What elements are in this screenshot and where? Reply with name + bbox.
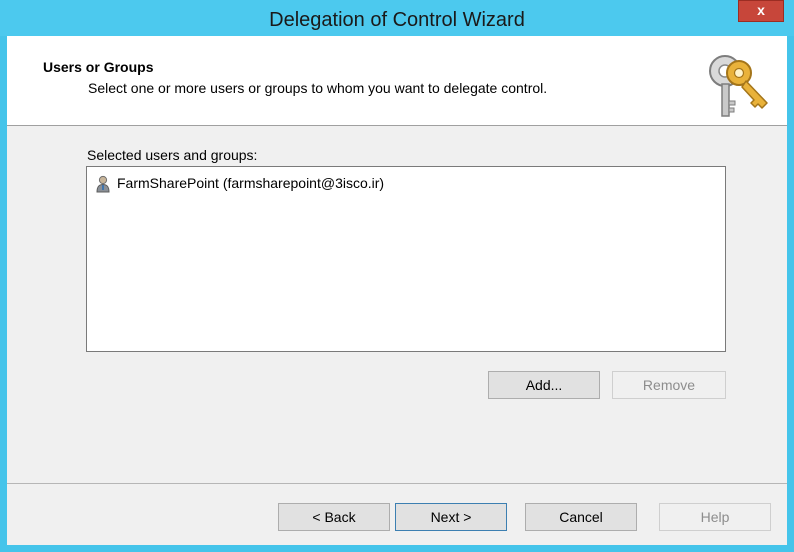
wizard-header: Users or Groups Select one or more users… bbox=[7, 36, 787, 126]
next-button[interactable]: Next > bbox=[395, 503, 507, 531]
user-icon bbox=[96, 176, 110, 193]
selected-users-label: Selected users and groups: bbox=[87, 147, 258, 163]
selected-users-list[interactable]: FarmSharePoint (farmsharepoint@3isco.ir) bbox=[86, 166, 726, 352]
wizard-window: Delegation of Control Wizard x Users or … bbox=[0, 0, 794, 552]
page-subtitle: Select one or more users or groups to wh… bbox=[88, 80, 548, 96]
back-button[interactable]: < Back bbox=[278, 503, 390, 531]
close-button[interactable]: x bbox=[738, 0, 784, 22]
list-item[interactable]: FarmSharePoint (farmsharepoint@3isco.ir) bbox=[95, 173, 384, 193]
window-title: Delegation of Control Wizard bbox=[269, 9, 525, 31]
footer-divider bbox=[7, 483, 787, 484]
add-button[interactable]: Add... bbox=[488, 371, 600, 399]
remove-button[interactable]: Remove bbox=[612, 371, 726, 399]
title-bar[interactable]: Delegation of Control Wizard x bbox=[0, 0, 794, 36]
cancel-button[interactable]: Cancel bbox=[525, 503, 637, 531]
close-icon: x bbox=[757, 2, 765, 18]
page-title: Users or Groups bbox=[43, 59, 154, 75]
help-button[interactable]: Help bbox=[659, 503, 771, 531]
list-item-text: FarmSharePoint (farmsharepoint@3isco.ir) bbox=[117, 175, 385, 191]
dialog-body: Users or Groups Select one or more users… bbox=[7, 36, 787, 545]
keys-icon bbox=[709, 55, 768, 117]
